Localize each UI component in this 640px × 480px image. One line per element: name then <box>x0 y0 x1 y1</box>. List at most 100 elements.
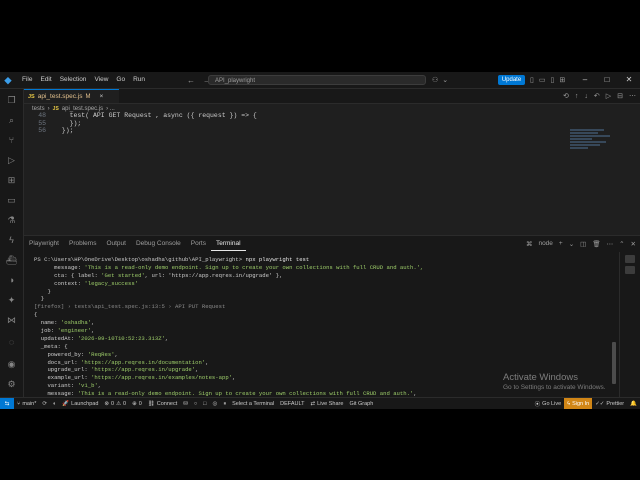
maximize-icon[interactable]: □ <box>596 72 618 88</box>
edge-tools-icon[interactable]: ◌ <box>0 333 23 351</box>
kill-terminal-icon[interactable]: 🗑 <box>592 240 600 248</box>
terminal-text: , <box>91 319 95 327</box>
api-client-icon[interactable]: ϟ <box>0 231 23 249</box>
tab-terminal[interactable]: Terminal <box>210 237 246 251</box>
open-changes-icon[interactable]: ⟲ <box>563 92 569 100</box>
toggle-sidebar-icon[interactable]: ▯ <box>530 76 534 84</box>
more-actions-icon[interactable]: ⋯ <box>629 92 636 100</box>
terminal-select-item[interactable]: Select a Terminal <box>229 398 277 409</box>
copilot-chat-icon[interactable]: ✦ <box>0 291 23 309</box>
record-icon[interactable]: ○ <box>191 398 200 409</box>
minimap[interactable] <box>570 129 620 159</box>
code-view[interactable]: 48 test( API GET Request , async ({ requ… <box>24 112 564 152</box>
docker-icon[interactable]: ⛴ <box>0 251 23 269</box>
run-icon[interactable]: ▷ <box>606 92 611 100</box>
branch-indicator[interactable]: ⑂ main* <box>14 398 39 409</box>
extensions-icon[interactable]: ⊞ <box>0 171 23 189</box>
close-window-icon[interactable]: ✕ <box>618 72 640 88</box>
watermark-subtitle: Go to Settings to activate Windows. <box>503 384 606 391</box>
ports-indicator[interactable]: ⊕ 0 <box>129 398 145 409</box>
toggle-panel-icon[interactable]: ▭ <box>539 76 546 84</box>
tab-playwright[interactable]: Playwright <box>24 236 64 251</box>
source-control-icon[interactable]: ⑂ <box>0 131 23 149</box>
command-center-search[interactable]: API_playwright <box>208 75 426 85</box>
split-terminal-icon[interactable]: ◫ <box>580 240 586 248</box>
pause-icon[interactable]: ⏸ <box>220 398 229 409</box>
tab-ports[interactable]: Ports <box>186 236 211 251</box>
chevron-down-icon[interactable]: ⌄ <box>442 76 448 84</box>
sign-in-button[interactable]: ϟ Sign In <box>564 398 593 409</box>
update-button[interactable]: Update <box>498 75 525 85</box>
vscode-logo-icon: ◆ <box>4 74 12 85</box>
new-terminal-icon[interactable]: + <box>559 240 563 247</box>
terminal-line: name: 'oshadha', <box>34 319 614 327</box>
prev-change-icon[interactable]: ↑ <box>575 93 579 100</box>
menu-item-selection[interactable]: Selection <box>56 72 91 88</box>
terminal-line: { <box>34 311 614 319</box>
prettier-item[interactable]: ✓✓ Prettier <box>592 398 627 409</box>
editor-area: JS api_test.spec.js M × ⟲ ↑ ↓ ↶ ▷ ⊟ ⋯ te… <box>24 89 640 233</box>
minimize-icon[interactable]: – <box>574 72 596 88</box>
testing-icon[interactable]: ⚗ <box>0 211 23 229</box>
more-actions-icon[interactable]: ⋯ <box>607 240 614 248</box>
launchpad-item[interactable]: 🚀 Launchpad <box>59 398 101 409</box>
remote-indicator-icon[interactable]: ⇆ <box>0 398 14 409</box>
status-right: ⦿ Go Live ϟ Sign In ✓✓ Prettier 🔔 <box>532 398 640 409</box>
search-icon[interactable]: ⌕ <box>0 111 23 129</box>
live-share-item[interactable]: ⇄ Live Share <box>308 398 347 409</box>
git-graph-item[interactable]: Git Graph <box>346 398 376 409</box>
menu-item-run[interactable]: Run <box>129 72 149 88</box>
breadcrumb-file[interactable]: api_test.spec.js <box>62 106 103 112</box>
launchpad-label: Launchpad <box>71 401 99 407</box>
copilot-icon[interactable]: ⚇ <box>432 76 438 84</box>
modified-badge: M <box>85 93 91 100</box>
account-icon[interactable]: ◉ <box>0 355 23 373</box>
line-number: 55 <box>38 119 46 127</box>
terminal-name[interactable]: node <box>538 240 552 247</box>
terminal-dropdown-icon[interactable]: ⌄ <box>569 240 574 248</box>
tab-problems[interactable]: Problems <box>64 236 101 251</box>
terminal-instance-icon[interactable] <box>625 255 635 263</box>
tab-api-test-spec[interactable]: JS api_test.spec.js M × <box>24 89 119 103</box>
launchpad-icon: 🚀 <box>62 401 70 407</box>
go-live-item[interactable]: ⦿ Go Live <box>532 398 564 409</box>
close-tab-icon[interactable]: × <box>100 93 104 100</box>
menu-item-go[interactable]: Go <box>112 72 129 88</box>
tab-debug-console[interactable]: Debug Console <box>131 236 186 251</box>
remote-explorer-icon[interactable]: ▭ <box>0 191 23 209</box>
git-graph-icon[interactable]: ◑ <box>0 271 23 289</box>
breadcrumb-folder[interactable]: tests <box>32 106 45 112</box>
playwright-status-icon[interactable]: ◐ <box>50 398 59 409</box>
next-change-icon[interactable]: ↓ <box>584 93 588 100</box>
stop-icon[interactable]: □ <box>200 398 209 409</box>
menu-item-edit[interactable]: Edit <box>36 72 55 88</box>
connect-item[interactable]: ⛓ Connect <box>145 398 180 409</box>
default-item[interactable]: DEFAULT <box>277 398 307 409</box>
circle-icon[interactable]: ◎ <box>210 398 221 409</box>
maximize-panel-icon[interactable]: ⌃ <box>619 240 624 248</box>
menu-item-view[interactable]: View <box>90 72 112 88</box>
ports-icon: ⊕ <box>132 401 137 407</box>
db-icon[interactable]: ⛁ <box>180 398 191 409</box>
split-editor-icon[interactable]: ⊟ <box>617 92 623 100</box>
explorer-icon[interactable]: ❐ <box>0 91 23 109</box>
terminal-prompt: PS C:\Users\HP\OneDrive\Desktop\oshadha\… <box>34 256 246 263</box>
notifications-bell-icon[interactable]: 🔔 <box>627 398 640 409</box>
warning-count: 0 <box>123 401 127 407</box>
back-arrow-icon[interactable]: ← <box>187 76 195 85</box>
toggle-secondary-sidebar-icon[interactable]: ▯ <box>550 76 554 84</box>
problems-indicator[interactable]: ⊗ 0 ⚠ 0 <box>101 398 129 409</box>
run-debug-icon[interactable]: ▷ <box>0 151 23 169</box>
close-panel-icon[interactable]: ✕ <box>631 240 636 248</box>
sync-icon[interactable]: ⟳ <box>39 398 50 409</box>
playwright-icon[interactable]: ⋈ <box>0 311 23 329</box>
tab-output[interactable]: Output <box>101 236 131 251</box>
manage-gear-icon[interactable]: ⚙ <box>0 375 23 393</box>
terminal-instance-icon[interactable] <box>625 266 635 274</box>
menu-item-file[interactable]: File <box>18 72 36 88</box>
breadcrumb-more[interactable]: › ... <box>106 106 115 112</box>
revert-icon[interactable]: ↶ <box>594 92 600 100</box>
customize-layout-icon[interactable]: ⊞ <box>559 76 565 84</box>
terminal-scrollbar[interactable] <box>612 342 616 384</box>
